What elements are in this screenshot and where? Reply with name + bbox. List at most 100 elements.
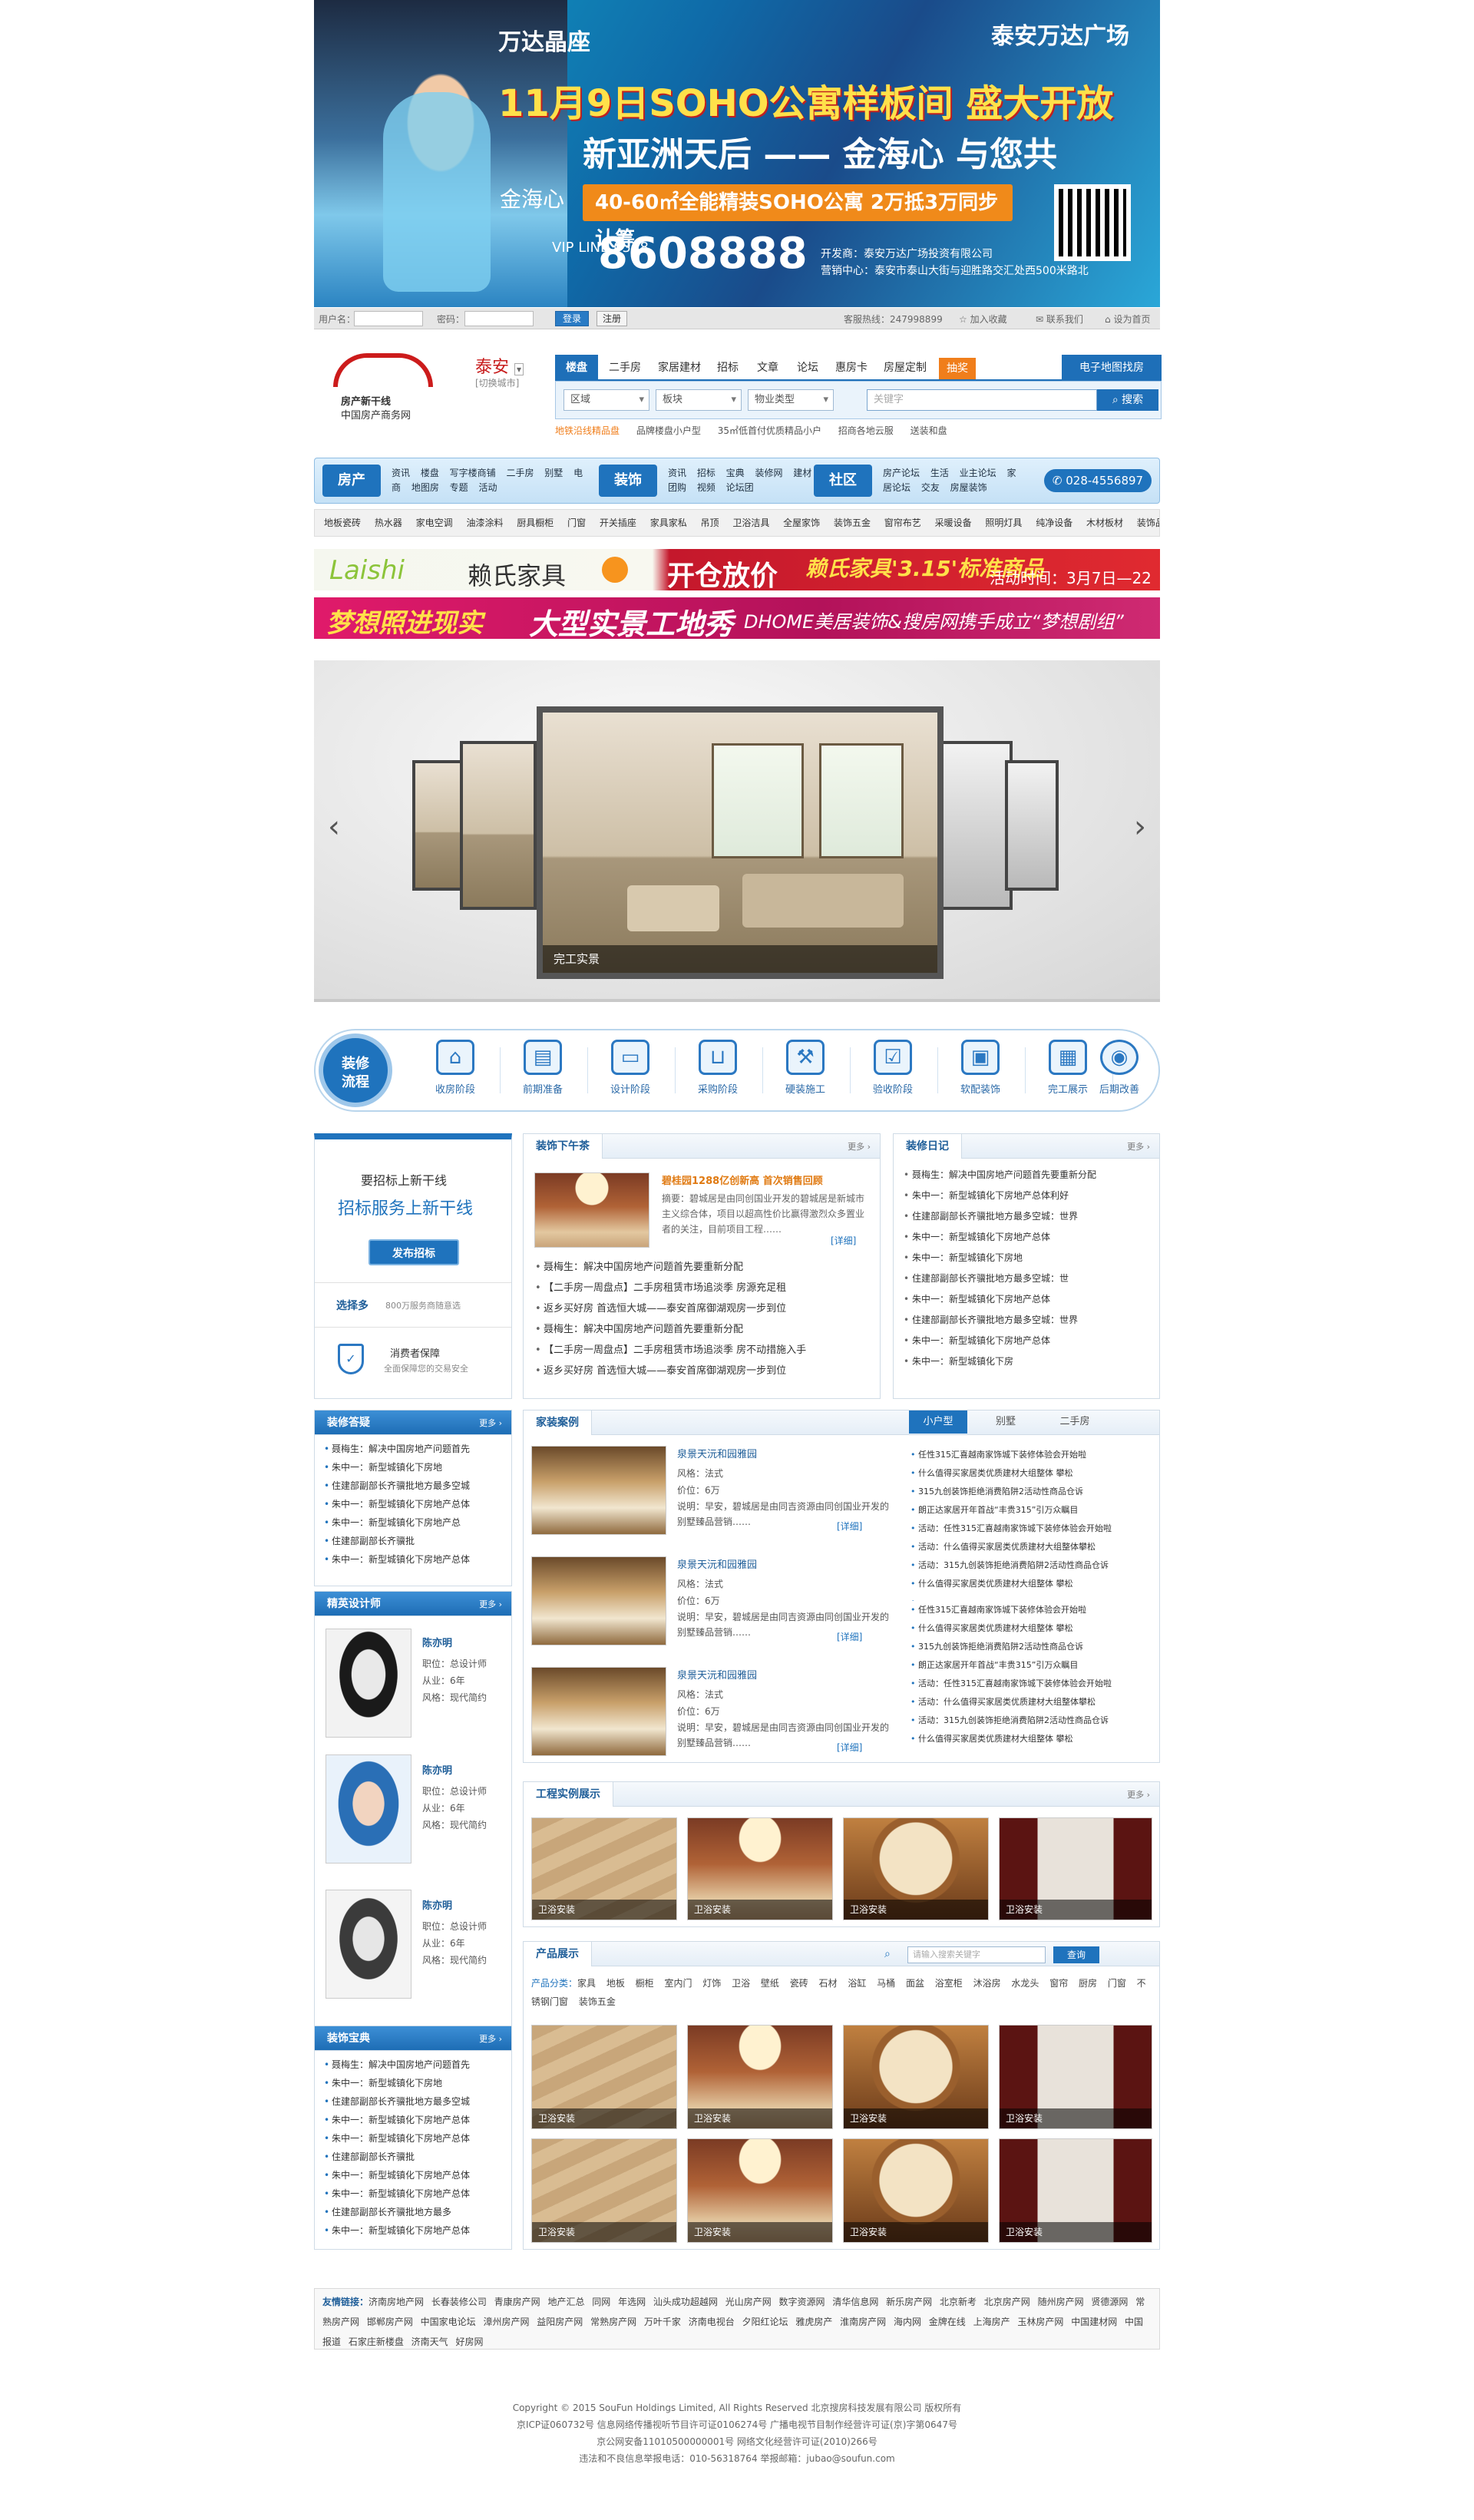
carousel-next-icon[interactable]: › xyxy=(1129,810,1151,844)
publish-bid-button[interactable]: 发布招标 xyxy=(368,1239,459,1265)
list-item[interactable]: 什么值得买家居类优质建材大组整体 攀松 xyxy=(907,1730,1153,1748)
list-item[interactable]: 聂梅生：解决中国房地产问题首先 xyxy=(321,1440,505,1458)
list-item[interactable]: 活动：315九创装饰拒绝消费陷阱2活动性商品仓诉 xyxy=(907,1711,1153,1730)
tab-choujiang[interactable]: 抽奖 xyxy=(939,358,976,379)
designer-name[interactable]: 陈亦明 xyxy=(422,1762,487,1777)
top-banner-ad[interactable]: 万达晶座 泰安万达广场 11月9日SOHO公寓样板间 盛大开放 新亚洲天后 ——… xyxy=(314,0,1160,307)
product-image[interactable]: 卫浴安装 xyxy=(687,2138,833,2243)
project-image[interactable]: 卫浴安装 xyxy=(999,1817,1152,1920)
case-detail-link[interactable]: [详细] xyxy=(837,1741,862,1754)
list-item[interactable]: 朱中一：新型城镇化下房地产总 xyxy=(321,1513,505,1532)
answers-more-link[interactable]: 更多 › xyxy=(479,1417,502,1429)
list-item[interactable]: 【二手房一周盘点】二手房租赁市场追淡季 房源充足租 xyxy=(531,1278,874,1298)
friend-links-list[interactable]: 济南房地产网 长春装修公司 青康房产网 地产汇总 同网 年选网 汕头成功超越网 … xyxy=(322,2297,1145,2347)
list-item[interactable]: 什么值得买家居类优质建材大组整体 攀松 xyxy=(907,1619,1153,1638)
list-item[interactable]: 活动：315九创装饰拒绝消费陷阱2活动性商品仓诉 xyxy=(907,1556,1153,1575)
nav-house-label[interactable]: 房产 xyxy=(322,465,381,497)
case-title[interactable]: 泉景天沅和园雅园 xyxy=(677,1556,892,1571)
product-image[interactable]: 卫浴安装 xyxy=(531,2025,677,2129)
ad-banner-laishi[interactable]: Laishi 赖氏家具 开仓放价 赖氏家具'3.15'标准商品 活动时间：3月7… xyxy=(314,549,1160,590)
tab-luntan[interactable]: 论坛 xyxy=(788,355,827,381)
site-logo[interactable]: 房产新干线 中国房产商务网 xyxy=(322,353,445,430)
list-item[interactable]: 315九创装饰拒绝消费陷阱2活动性商品仓诉 xyxy=(907,1483,1153,1501)
list-item[interactable]: 住建部副部长齐骥批地方最多空城 xyxy=(321,2092,505,2111)
step-4[interactable]: ⊔ 采购阶段 xyxy=(678,1037,758,1106)
list-item[interactable]: 朱中一：新型城镇化下房地产总体 xyxy=(900,1227,1153,1248)
search-button[interactable]: ⌕ 搜索 xyxy=(1097,389,1158,411)
tea-feature-title[interactable]: 碧桂园1288亿创新高 首次销售回顾 xyxy=(662,1172,869,1187)
list-item[interactable]: 【二手房一周盘点】二手房租赁市场追淡季 房不动措施入手 xyxy=(531,1340,874,1361)
project-image[interactable]: 卫浴安装 xyxy=(687,1817,833,1920)
designer-name[interactable]: 陈亦明 xyxy=(422,1897,487,1912)
block-select[interactable]: 板块 xyxy=(656,389,742,411)
project-image[interactable]: 卫浴安装 xyxy=(531,1817,677,1920)
list-item[interactable]: 住建部副部长齐骥批地方最多空城：世界 xyxy=(900,1310,1153,1331)
hotword-link[interactable]: 送装和盘 xyxy=(911,425,947,436)
case-detail-link[interactable]: [详细] xyxy=(837,1520,862,1533)
case-image[interactable] xyxy=(531,1667,666,1756)
hotword-link[interactable]: 35㎡低首付优质精品小户 xyxy=(718,425,821,436)
list-item[interactable]: 聂梅生：解决中国房地产问题首先要重新分配 xyxy=(531,1319,874,1340)
list-item[interactable]: 朱中一：新型城镇化下房地产总体 xyxy=(321,2221,505,2240)
case-title[interactable]: 泉景天沅和园雅园 xyxy=(677,1446,892,1460)
product-cat-links[interactable]: 家具 地板 橱柜 室内门 灯饰 卫浴 壁纸 瓷砖 石材 浴缸 马桶 面盆 浴室柜… xyxy=(531,1978,1146,2007)
product-image[interactable]: 卫浴安装 xyxy=(843,2025,989,2129)
list-item[interactable]: 住建部副部长齐骥批地方最多空城：世界 xyxy=(900,1206,1153,1227)
case-title[interactable]: 泉景天沅和园雅园 xyxy=(677,1667,892,1682)
product-search-button[interactable]: 查询 xyxy=(1053,1946,1099,1963)
username-input[interactable] xyxy=(354,311,423,326)
tab-dingzhi[interactable]: 房屋定制 xyxy=(877,355,933,381)
step-9[interactable]: ◉ 后期改善 xyxy=(1089,1037,1150,1106)
project-image[interactable]: 卫浴安装 xyxy=(843,1817,989,1920)
list-item[interactable]: 聂梅生：解决中国房地产问题首先要重新分配 xyxy=(900,1165,1153,1186)
add-favorite-link[interactable]: ☆ 加入收藏 xyxy=(959,313,1007,326)
list-item[interactable]: 住建部副部长齐骥批地方最多空城：世 xyxy=(900,1268,1153,1289)
list-item[interactable]: 朱中一：新型城镇化下房地产总体 xyxy=(900,1331,1153,1351)
list-item[interactable]: 活动：什么值得买家居类优质建材大组整体攀松 xyxy=(907,1538,1153,1556)
category-bar[interactable]: 地板瓷砖 热水器 家电空调 油漆涂料 厨具橱柜 门窗 开关插座 家具家私 吊顶 … xyxy=(314,509,1160,537)
set-homepage-link[interactable]: ⌂ 设为首页 xyxy=(1105,313,1150,326)
product-image[interactable]: 卫浴安装 xyxy=(999,2138,1152,2243)
carousel-slide[interactable] xyxy=(412,760,466,891)
list-item[interactable]: 任性315汇喜越南家饰城下装修体验会开始啦 xyxy=(907,1601,1153,1619)
diary-more-link[interactable]: 更多 › xyxy=(1127,1140,1150,1153)
tab-loupan[interactable]: 楼盘 xyxy=(555,355,598,381)
projects-more-link[interactable]: 更多 › xyxy=(1127,1788,1150,1801)
designers-more-link[interactable]: 更多 › xyxy=(479,1598,502,1610)
list-item[interactable]: 朱中一：新型城镇化下房地产总体 xyxy=(321,1550,505,1569)
switch-city-link[interactable]: [切换城市] xyxy=(475,376,519,389)
tab-villa[interactable]: 别墅 xyxy=(977,1410,1035,1434)
list-item[interactable]: 活动：任性315汇喜越南家饰城下装修体验会开始啦 xyxy=(907,1520,1153,1538)
list-item[interactable]: 朱中一：新型城镇化下房地产总体 xyxy=(321,2166,505,2184)
carousel-prev-icon[interactable]: ‹ xyxy=(323,810,345,844)
list-item[interactable]: 朱中一：新型城镇化下房地 xyxy=(321,1458,505,1477)
list-item[interactable]: 任性315汇喜越南家饰城下装修体验会开始啦 xyxy=(907,1446,1153,1464)
list-item[interactable]: 住建部副部长齐骥批地方最多 xyxy=(321,2203,505,2221)
nav-house-links[interactable]: 资讯 楼盘 写字楼商铺 二手房 别墅 电商 地图房 专题 活动 xyxy=(392,466,583,495)
nav-community-links[interactable]: 房产论坛 生活 业主论坛 家居论坛 交友 房屋装饰 xyxy=(883,466,1021,495)
list-item[interactable]: 住建部副部长齐骥批地方最多空城 xyxy=(321,1477,505,1495)
district-select[interactable]: 区域 xyxy=(563,389,649,411)
list-item[interactable]: 315九创装饰拒绝消费陷阱2活动性商品仓诉 xyxy=(907,1638,1153,1656)
list-item[interactable]: 朱中一：新型城镇化下房 xyxy=(900,1351,1153,1372)
list-item[interactable]: 朱中一：新型城镇化下房地产总体 xyxy=(321,1495,505,1513)
list-item[interactable]: 聂梅生：解决中国房地产问题首先要重新分配 xyxy=(531,1257,874,1278)
product-image[interactable]: 卫浴安装 xyxy=(531,2138,677,2243)
list-item[interactable]: 朗正达家居开年首战“丰贵315”引万众瞩目 xyxy=(907,1501,1153,1520)
case-detail-link[interactable]: [详细] xyxy=(837,1630,862,1643)
login-button[interactable]: 登录 xyxy=(555,311,589,326)
map-search-tab[interactable]: 电子地图找房 xyxy=(1062,355,1162,381)
designer-avatar[interactable] xyxy=(326,1890,411,1999)
carousel-slide[interactable] xyxy=(460,741,537,910)
tea-more-link[interactable]: 更多 › xyxy=(848,1140,871,1153)
list-item[interactable]: 活动：什么值得买家居类优质建材大组整体攀松 xyxy=(907,1693,1153,1711)
step-1[interactable]: ⌂ 收房阶段 xyxy=(415,1037,495,1106)
tab-wenzhang[interactable]: 文章 xyxy=(749,355,787,381)
step-2[interactable]: ▤ 前期准备 xyxy=(503,1037,583,1106)
property-type-select[interactable]: 物业类型 xyxy=(748,389,834,411)
carousel-slide[interactable] xyxy=(936,741,1013,910)
designer-name[interactable]: 陈亦明 xyxy=(422,1635,487,1649)
step-5[interactable]: ⚒ 硬装施工 xyxy=(765,1037,845,1106)
list-item[interactable]: 朱中一：新型城镇化下房地产总体 xyxy=(900,1289,1153,1310)
nav-deco-label[interactable]: 装饰 xyxy=(599,465,657,497)
